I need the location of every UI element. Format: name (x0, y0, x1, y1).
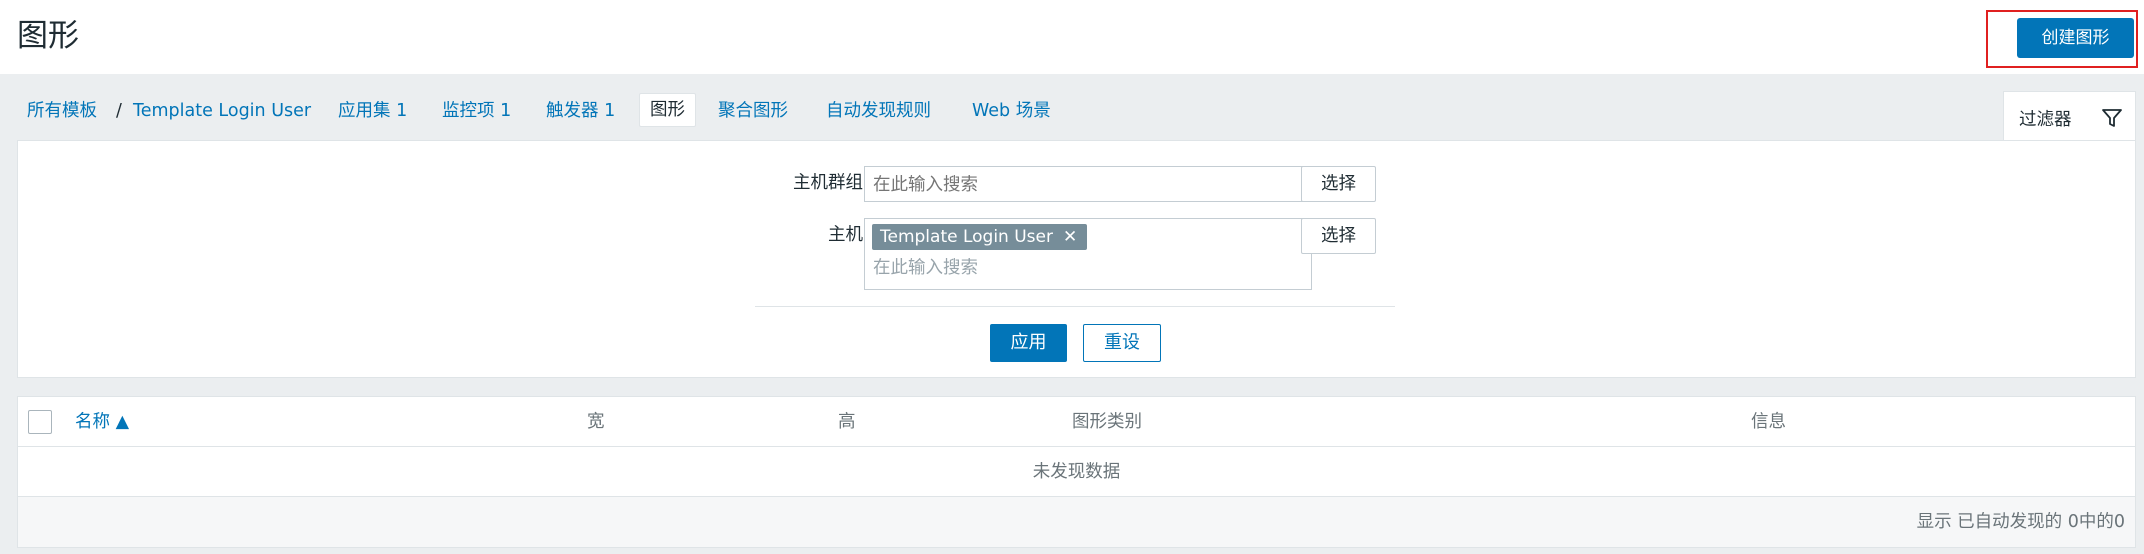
column-info: 信息 (1751, 412, 1786, 432)
column-height: 高 (838, 412, 856, 432)
select-all-checkbox[interactable] (28, 410, 52, 434)
host-group-label: 主机群组 (793, 173, 863, 193)
tab-items[interactable]: 监控项 1 (442, 99, 511, 123)
pagination-summary: 显示 已自动发现的 0中的0 (1916, 512, 2125, 532)
tab-triggers[interactable]: 触发器 1 (546, 99, 615, 123)
table-footer: 显示 已自动发现的 0中的0 (18, 497, 2135, 547)
column-width: 宽 (587, 412, 605, 432)
tab-discovery-rules[interactable]: 自动发现规则 (826, 99, 931, 123)
table-header: 名称 ▲ 宽 高 图形类别 信息 (18, 397, 2135, 447)
host-chip: Template Login User ✕ (872, 224, 1088, 250)
tab-screens[interactable]: 聚合图形 (718, 99, 788, 123)
host-search-placeholder[interactable]: 在此输入搜索 (873, 256, 978, 280)
filter-divider (755, 306, 1395, 307)
breadcrumb-separator: / (116, 101, 122, 121)
breadcrumb-all-templates[interactable]: 所有模板 (27, 99, 97, 123)
page-title: 图形 (17, 18, 79, 54)
nav-bar: 所有模板 / Template Login User 应用集 1 监控项 1 触… (0, 74, 2144, 140)
tab-web-scenarios[interactable]: Web 场景 (972, 99, 1051, 123)
funnel-icon (2102, 109, 2122, 127)
page-header: 图形 创建图形 (0, 0, 2144, 74)
tab-applications[interactable]: 应用集 1 (338, 99, 407, 123)
host-label: 主机 (828, 225, 863, 245)
host-select-button[interactable]: 选择 (1301, 218, 1376, 254)
host-group-input[interactable] (864, 166, 1312, 202)
apply-button[interactable]: 应用 (990, 324, 1067, 362)
reset-button[interactable]: 重设 (1083, 324, 1161, 362)
breadcrumb-template[interactable]: Template Login User (133, 99, 311, 123)
host-chip-label: Template Login User (880, 227, 1053, 247)
filter-tab-label: 过滤器 (2019, 110, 2072, 130)
tab-graphs[interactable]: 图形 (639, 93, 696, 127)
host-group-select-button[interactable]: 选择 (1301, 166, 1376, 202)
filter-panel: 主机群组 选择 主机 Template Login User ✕ 在此输入搜索 选… (17, 140, 2136, 378)
chip-remove-icon[interactable]: ✕ (1063, 227, 1077, 247)
filter-tab[interactable]: 过滤器 (2003, 91, 2136, 141)
empty-row: 未发现数据 (18, 447, 2135, 497)
create-graph-button[interactable]: 创建图形 (2017, 18, 2134, 58)
column-graph-type: 图形类别 (1072, 412, 1142, 432)
graphs-table: 名称 ▲ 宽 高 图形类别 信息 未发现数据 显示 已自动发现的 0中的0 (17, 396, 2136, 548)
column-name[interactable]: 名称 ▲ (75, 410, 129, 434)
no-data-text: 未发现数据 (1032, 462, 1121, 482)
host-multiselect[interactable]: Template Login User ✕ 在此输入搜索 (864, 218, 1312, 290)
